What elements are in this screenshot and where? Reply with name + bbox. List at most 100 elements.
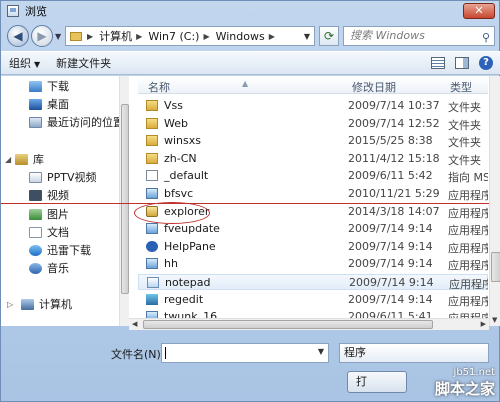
file-list-scrollbar-thumb[interactable] (491, 252, 500, 282)
file-name: regedit (164, 292, 204, 306)
view-options-icon[interactable] (431, 57, 445, 69)
file-type: 应用程序 (448, 189, 488, 202)
file-type: 文件夹 (448, 118, 481, 132)
file-row-vss[interactable]: Vss 2009/7/14 10:37 文件夹 (138, 98, 488, 114)
file-name: fveupdate (164, 222, 220, 236)
address-bar[interactable]: ▶ 计算机 ▶ Win7 (C:) ▶ Windows ▶ ▼ (65, 26, 315, 46)
nav-label: PPTV视频 (47, 171, 97, 184)
file-date: 2009/7/14 9:14 (349, 276, 434, 289)
file-date: 2009/7/14 9:14 (348, 222, 433, 236)
file-date: 2014/3/18 14:07 (348, 204, 440, 218)
organize-label: 组织 (9, 57, 31, 70)
nav-scrollbar[interactable] (119, 76, 129, 326)
chevron-right-icon[interactable]: ▶ (203, 32, 209, 41)
breadcrumb-computer[interactable]: 计算机 (99, 28, 132, 44)
file-type: 应用程序 (448, 206, 488, 220)
file-row-notepad[interactable]: notepad 2009/7/14 9:14 应用程序 (138, 274, 488, 291)
nav-label: 图片 (47, 208, 69, 221)
navigation-pane: 下载 桌面 最近访问的位置 ◢ 库 PPTV视频 视频 图片 文档 迅雷下载 音乐… (1, 76, 129, 326)
file-date: 2011/4/12 15:18 (348, 151, 440, 165)
file-row-helppane[interactable]: HelpPane 2009/7/14 9:14 应用程序 (138, 239, 488, 255)
scroll-left-icon[interactable]: ◀ (132, 320, 137, 328)
chevron-right-icon[interactable]: ▶ (269, 32, 275, 41)
nav-label: 视频 (47, 189, 69, 202)
watermark: jb51.net 脚本之家 (435, 367, 495, 399)
file-row-zh-cn[interactable]: zh-CN 2011/4/12 15:18 文件夹 (138, 151, 488, 167)
nav-item-video[interactable]: 视频 (29, 187, 69, 203)
file-row-hh[interactable]: hh 2009/7/14 9:14 应用程序 (138, 256, 488, 272)
new-folder-button[interactable]: 新建文件夹 (48, 55, 119, 71)
dialog-footer: 文件名(N): ▼ 程序 打 jb51.net 脚本之家 (1, 331, 500, 402)
horizontal-scrollbar-thumb[interactable] (143, 320, 433, 329)
breadcrumb-windows[interactable]: Windows (216, 30, 265, 43)
expand-icon[interactable]: ▷ (7, 300, 13, 309)
file-name: bfsvc (164, 187, 194, 200)
filename-input[interactable]: ▼ (161, 343, 329, 363)
nav-label: 音乐 (47, 262, 69, 275)
back-button[interactable]: ◀ (7, 25, 29, 47)
search-input[interactable]: 搜索 Windows ⚲ (343, 26, 495, 46)
toolbar-right: ? (431, 56, 493, 70)
download-icon (29, 80, 42, 92)
file-row-fveupdate[interactable]: fveupdate 2009/7/14 9:14 应用程序 (138, 221, 488, 237)
chevron-right-icon[interactable]: ▶ (87, 32, 93, 41)
scroll-right-icon[interactable]: ▶ (481, 320, 486, 328)
help-icon[interactable]: ? (479, 56, 493, 70)
nav-item-pictures[interactable]: 图片 (29, 206, 69, 222)
help-icon (146, 240, 158, 252)
file-name: HelpPane (164, 239, 216, 253)
file-name: Web (164, 116, 188, 130)
xunlei-icon (29, 244, 42, 256)
search-icon[interactable]: ⚲ (482, 29, 490, 47)
chevron-right-icon[interactable]: ▶ (136, 32, 142, 41)
nav-label: 文档 (47, 226, 69, 239)
nav-label: 最近访问的位置 (47, 116, 124, 129)
column-type[interactable]: 类型 (450, 79, 472, 95)
recent-places-icon (29, 116, 42, 128)
nav-scrollbar-thumb[interactable] (121, 104, 129, 294)
file-name: notepad (165, 276, 211, 289)
file-type: 应用程序 (448, 241, 488, 255)
nav-item-library[interactable]: ◢ 库 (5, 151, 44, 167)
nav-label: 桌面 (47, 98, 69, 111)
expand-icon[interactable]: ◢ (5, 155, 11, 164)
address-dropdown-icon[interactable]: ▼ (304, 32, 310, 41)
forward-button[interactable]: ▶ (31, 25, 53, 47)
video-icon (29, 189, 42, 201)
file-row-bfsvc[interactable]: bfsvc 2010/11/21 5:29 应用程序 (138, 186, 488, 202)
breadcrumb-drive[interactable]: Win7 (C:) (148, 30, 199, 43)
column-date[interactable]: 修改日期 (352, 79, 396, 95)
column-name[interactable]: 名称 (148, 79, 170, 95)
file-row-regedit[interactable]: regedit 2009/7/14 9:14 应用程序 (138, 292, 488, 308)
file-list: ▲ 名称 修改日期 类型 Vss 2009/7/14 10:37 文件夹 Web 200… (138, 76, 488, 326)
refresh-button[interactable]: ⟳ (319, 26, 339, 46)
file-type: 应用程序 (448, 224, 488, 238)
nav-item-pptv[interactable]: PPTV视频 (29, 169, 97, 185)
nav-item-documents[interactable]: 文档 (29, 224, 69, 240)
recent-pages-dropdown-icon[interactable]: ▼ (55, 32, 61, 41)
file-type: 文件夹 (448, 101, 481, 114)
chevron-down-icon[interactable]: ▼ (318, 347, 324, 356)
nav-item-xunlei[interactable]: 迅雷下载 (29, 242, 91, 258)
file-type: 文件夹 (448, 153, 481, 167)
file-date: 2009/6/11 5:42 (348, 169, 433, 183)
nav-item-downloads[interactable]: 下载 (29, 78, 69, 94)
preview-pane-icon[interactable] (455, 57, 469, 69)
file-row--default[interactable]: _default 2009/6/11 5:42 指向 MS (138, 168, 488, 184)
file-type: 指向 MS (448, 171, 488, 185)
nav-item-desktop[interactable]: 桌面 (29, 96, 69, 112)
horizontal-scrollbar[interactable]: ◀ ▶ (129, 318, 489, 330)
file-row-web[interactable]: Web 2009/7/14 12:52 文件夹 (138, 116, 488, 132)
open-button[interactable]: 打 (347, 371, 407, 393)
filetype-select[interactable]: 程序 (339, 343, 489, 363)
file-row-winsxs[interactable]: winsxs 2015/5/25 8:38 文件夹 (138, 133, 488, 149)
library-icon (15, 153, 28, 165)
file-list-scrollbar[interactable]: ▼ (489, 76, 500, 326)
nav-item-recent[interactable]: 最近访问的位置 (29, 114, 124, 130)
file-date: 2009/7/14 10:37 (348, 99, 440, 112)
nav-item-computer[interactable]: ▷ 计算机 (7, 296, 72, 312)
close-button[interactable]: ✕ (463, 3, 495, 19)
scroll-down-icon[interactable]: ▼ (492, 316, 497, 324)
nav-item-music[interactable]: 音乐 (29, 260, 69, 276)
organize-button[interactable]: 组织 ▼ (1, 55, 48, 71)
